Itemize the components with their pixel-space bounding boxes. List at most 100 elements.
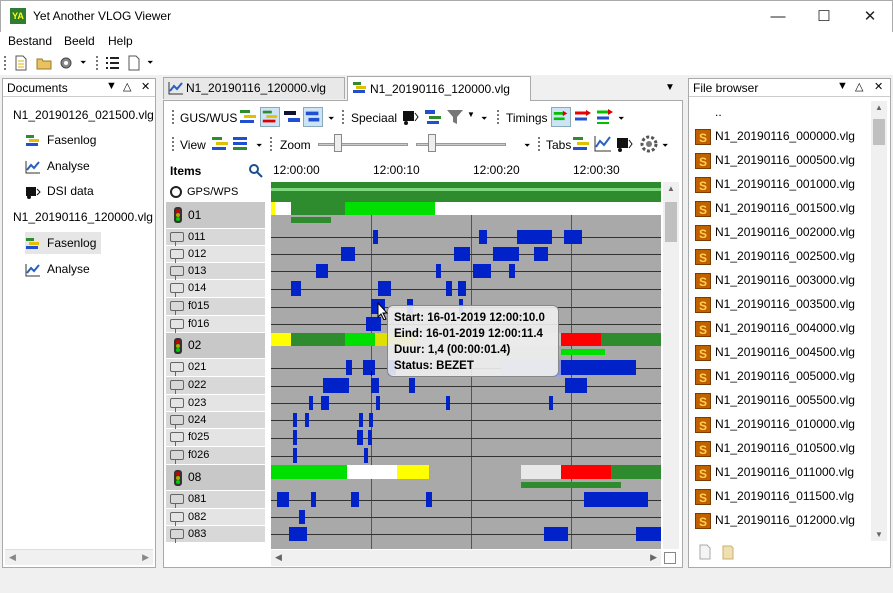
file-list-item[interactable]: S N1_20190116_004000.vlg xyxy=(695,317,855,339)
toolbar-overflow-icon[interactable]: ⏷ xyxy=(524,141,530,151)
detector-row-f016[interactable]: f016 xyxy=(166,316,265,333)
toolbar-overflow-icon[interactable]: ⏷ xyxy=(662,141,668,151)
toolbar-overflow-icon[interactable]: ⏷ xyxy=(618,114,624,124)
timeline-vscrollbar[interactable]: ▲ xyxy=(663,182,679,549)
detector-row-014[interactable]: 014 xyxy=(166,280,265,297)
toolbar-overflow-icon[interactable]: ⏷ xyxy=(256,141,262,151)
file-list-item[interactable]: S N1_20190116_002000.vlg xyxy=(695,221,855,243)
file-list-item[interactable]: S N1_20190116_004500.vlg xyxy=(695,341,855,363)
file-list-item[interactable]: S N1_20190116_003000.vlg xyxy=(695,269,855,291)
detector-row-f026[interactable]: f026 xyxy=(166,447,265,464)
close-button[interactable]: ✕ xyxy=(847,1,893,32)
maximize-button[interactable]: ☐ xyxy=(801,1,847,32)
phase-row-08[interactable]: 08 xyxy=(166,465,265,490)
tab-analyse-icon[interactable] xyxy=(594,135,612,153)
zoom-slider-handle[interactable] xyxy=(428,134,436,152)
minimize-button[interactable]: — xyxy=(755,1,801,32)
menu-bestand[interactable]: Bestand xyxy=(8,34,52,48)
detector-row-021[interactable]: 021 xyxy=(166,359,265,376)
scroll-down-icon[interactable]: ▼ xyxy=(875,530,883,539)
zoom-slider-horizontal[interactable] xyxy=(318,143,408,146)
file-list-item[interactable]: S N1_20190116_000500.vlg xyxy=(695,149,855,171)
new-file-icon[interactable] xyxy=(697,544,713,560)
file-vscrollbar[interactable]: ▲ ▼ xyxy=(871,101,887,541)
tab-document-inactive[interactable]: N1_20190116_120000.vlg xyxy=(163,77,345,99)
file-list-item[interactable]: S N1_20190116_000000.vlg xyxy=(695,125,855,147)
toolbar-grip[interactable] xyxy=(538,137,540,151)
documents-scrollbar[interactable]: ◀ ▶ xyxy=(5,549,153,565)
scroll-right-icon[interactable]: ▶ xyxy=(142,552,149,563)
tree-item-document[interactable]: N1_20190116_120000.vlg xyxy=(13,206,153,228)
tree-item-document[interactable]: N1_20190126_021500.vlg xyxy=(13,104,154,126)
open-folder-icon[interactable] xyxy=(721,544,737,560)
file-list-item[interactable]: S N1_20190116_011500.vlg xyxy=(695,485,854,507)
scroll-left-icon[interactable]: ◀ xyxy=(275,552,282,563)
new-document-icon[interactable] xyxy=(13,55,29,71)
tab-document-active[interactable]: N1_20190116_120000.vlg xyxy=(347,76,531,101)
file-list-item[interactable]: S N1_20190116_005000.vlg xyxy=(695,365,855,387)
detector-row-081[interactable]: 081 xyxy=(166,491,265,508)
priority-icon[interactable] xyxy=(424,108,442,126)
scroll-right-icon[interactable]: ▶ xyxy=(650,552,657,563)
vscroll-thumb[interactable] xyxy=(665,202,677,242)
toolbar-grip[interactable] xyxy=(96,56,98,70)
search-icon[interactable] xyxy=(248,163,263,178)
detector-row-082[interactable]: 082 xyxy=(166,509,265,526)
timing-red-icon[interactable] xyxy=(574,108,592,126)
timing-mixed-icon[interactable] xyxy=(596,108,614,126)
detectors-icon[interactable] xyxy=(283,108,301,126)
file-list-item[interactable]: S N1_20190116_010500.vlg xyxy=(695,437,855,459)
toolbar-overflow-icon[interactable]: ⏷ xyxy=(328,114,334,124)
open-file-icon[interactable] xyxy=(36,55,52,71)
panel-close-icon[interactable]: ✕ xyxy=(874,80,883,93)
toolbar-grip[interactable] xyxy=(172,137,174,151)
phase-row-01[interactable]: 01 xyxy=(166,202,265,228)
file-list-item[interactable]: S N1_20190116_010000.vlg xyxy=(695,413,855,435)
pin-icon[interactable]: △ xyxy=(855,80,863,93)
tab-dsi-bus-icon[interactable] xyxy=(616,135,634,153)
detector-row-023[interactable]: 023 xyxy=(166,395,265,412)
file-list-item[interactable]: S N1_20190116_005500.vlg xyxy=(695,389,855,411)
detector-row-022[interactable]: 022 xyxy=(166,377,265,394)
pin-icon[interactable]: △ xyxy=(123,80,131,93)
detector-row-f025[interactable]: f025 xyxy=(166,429,265,446)
detector-row-024[interactable]: 024 xyxy=(166,412,265,429)
file-list-item[interactable]: S N1_20190116_001500.vlg xyxy=(695,197,855,219)
phase-arrows-icon[interactable] xyxy=(260,107,280,127)
toolbar-overflow-icon[interactable]: ⏷ xyxy=(481,114,487,124)
panel-menu-icon[interactable]: ▼ xyxy=(837,80,848,92)
detector-row-083[interactable]: 083 xyxy=(166,526,265,543)
file-list-item[interactable]: S N1_20190116_003500.vlg xyxy=(695,293,855,315)
tree-item-analyse[interactable]: Analyse xyxy=(25,258,90,280)
toolbar-grip[interactable] xyxy=(342,110,344,124)
scroll-up-icon[interactable]: ▲ xyxy=(667,184,675,193)
phase-colors-icon[interactable] xyxy=(239,108,257,126)
file-list-item[interactable]: S N1_20190116_012000.vlg xyxy=(695,509,855,531)
toolbar-overflow-icon[interactable]: ⏷ xyxy=(80,58,86,68)
tree-item-fasenlog-selected[interactable]: Fasenlog xyxy=(25,232,101,254)
zoom-slider-handle[interactable] xyxy=(334,134,342,152)
toolbar-overflow-icon[interactable]: ⏷ xyxy=(147,58,153,68)
tree-item-dsi-data[interactable]: DSI data xyxy=(25,180,94,202)
tree-item-analyse[interactable]: Analyse xyxy=(25,155,90,177)
detector-row-011[interactable]: 011 xyxy=(166,229,265,246)
filter-dropdown-icon[interactable]: ▼ xyxy=(467,110,475,119)
panel-close-icon[interactable]: ✕ xyxy=(141,80,150,93)
toolbar-grip[interactable] xyxy=(172,110,174,124)
scroll-up-icon[interactable]: ▲ xyxy=(875,103,883,112)
timing-arrow-icon[interactable] xyxy=(551,107,571,127)
tab-fasenlog-icon[interactable] xyxy=(572,135,590,153)
file-list-item[interactable]: S N1_20190116_011000.vlg xyxy=(695,461,854,483)
detector-row-012[interactable]: 012 xyxy=(166,246,265,263)
file-list-item[interactable]: S N1_20190116_001000.vlg xyxy=(695,173,855,195)
view-phases-icon[interactable] xyxy=(211,135,229,153)
file-parent-dir[interactable]: .. xyxy=(715,101,722,123)
tab-list-dropdown-icon[interactable]: ▼ xyxy=(665,82,675,93)
list-view-icon[interactable] xyxy=(104,55,120,71)
timeline-hscrollbar[interactable]: ◀ ▶ xyxy=(271,550,661,566)
file-vscroll-thumb[interactable] xyxy=(873,119,885,145)
phase-row-02[interactable]: 02 xyxy=(166,333,265,358)
bus-icon[interactable] xyxy=(402,108,420,126)
toolbar-grip[interactable] xyxy=(497,110,499,124)
menu-help[interactable]: Help xyxy=(108,34,133,48)
